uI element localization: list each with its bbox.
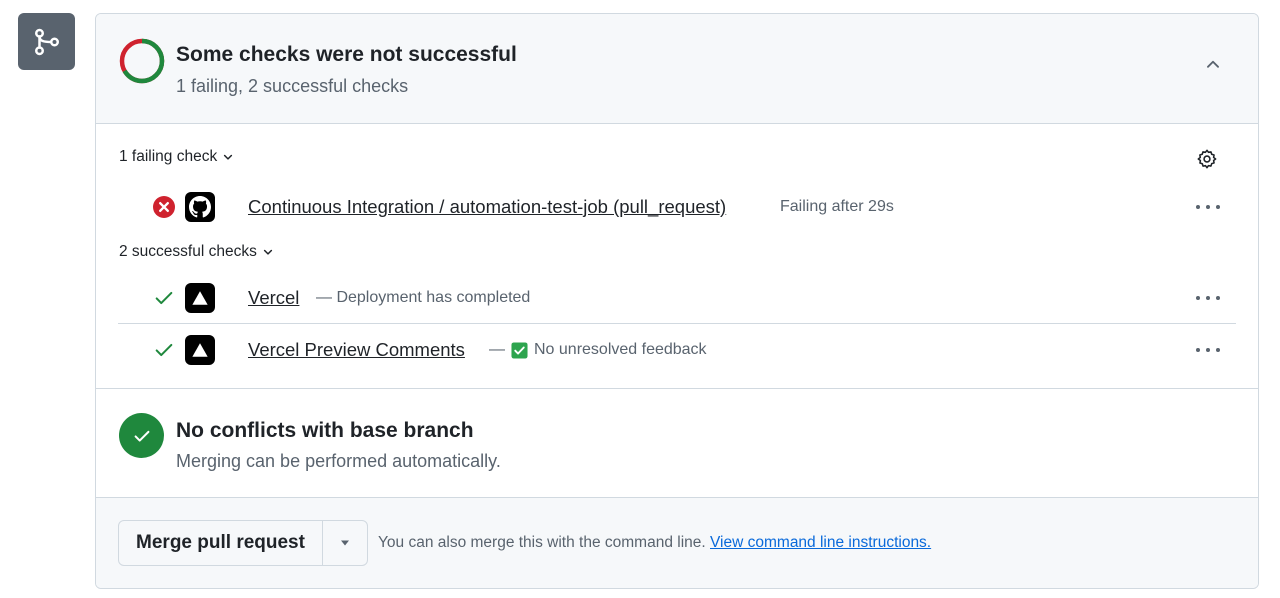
check-more-button[interactable] [1192,286,1224,310]
check-name-link[interactable]: Continuous Integration / automation-test… [248,196,726,218]
merge-box: Some checks were not successful 1 failin… [95,13,1259,589]
check-description: No unresolved feedback [534,341,707,358]
check-description: — Deployment has completed [316,289,531,306]
successful-checks-toggle[interactable]: 2 successful checks [119,243,274,261]
merge-command-line-note: You can also merge this with the command… [378,534,931,552]
check-box-icon [511,341,528,359]
check-failure-icon [152,195,176,219]
check-row-vercel-preview-comments: Vercel Preview Comments — No unresolved … [118,327,1236,373]
merge-note-text: You can also merge this with the command… [378,534,706,551]
checks-settings-button[interactable] [1194,146,1220,172]
merge-pull-request-button[interactable]: Merge pull request [119,521,323,565]
checks-title: Some checks were not successful [176,43,517,66]
check-row-failing: Continuous Integration / automation-test… [118,184,1236,230]
check-success-icon [152,286,176,310]
check-row-vercel: Vercel — Deployment has completed [118,275,1236,321]
description-dash: — [489,341,505,358]
git-merge-icon-box [18,13,75,70]
checks-summary-header: Some checks were not successful 1 failin… [96,14,1258,124]
gear-icon [1197,149,1217,169]
kebab-horizontal-icon [1196,205,1220,209]
check-success-icon [152,338,176,362]
triangle-down-icon [341,540,349,546]
check-name-link[interactable]: Vercel [248,287,299,309]
check-name-link[interactable]: Vercel Preview Comments [248,339,465,361]
chevron-up-icon [1207,60,1219,68]
command-line-instructions-link[interactable]: View command line instructions. [710,534,931,551]
merge-button-group: Merge pull request [118,520,368,566]
check-description: Failing after 29s [780,198,894,215]
conflicts-section: No conflicts with base branch Merging ca… [96,388,1258,498]
vercel-icon [185,335,215,365]
merge-method-dropdown[interactable] [323,521,367,565]
collapse-checks-button[interactable] [1196,50,1230,78]
failing-checks-label: 1 failing check [119,148,218,165]
failing-checks-toggle[interactable]: 1 failing check [119,148,234,166]
kebab-horizontal-icon [1196,348,1220,352]
conflicts-subtitle: Merging can be performed automatically. [176,451,501,471]
check-more-button[interactable] [1192,195,1224,219]
git-merge-icon [34,28,59,55]
row-divider [118,323,1236,324]
checks-status-ring-icon [119,38,165,84]
checks-subtitle: 1 failing, 2 successful checks [176,76,409,96]
github-icon [185,192,215,222]
check-description-group: — No unresolved feedback [489,341,707,359]
successful-checks-label: 2 successful checks [119,243,257,260]
conflicts-title: No conflicts with base branch [176,419,474,442]
kebab-horizontal-icon [1196,296,1220,300]
merge-section: Merge pull request You can also merge th… [96,498,1258,588]
check-circle-icon [119,413,164,458]
check-more-button[interactable] [1192,338,1224,362]
vercel-icon [185,283,215,313]
chevron-down-icon [224,154,233,160]
chevron-down-icon [263,249,272,255]
